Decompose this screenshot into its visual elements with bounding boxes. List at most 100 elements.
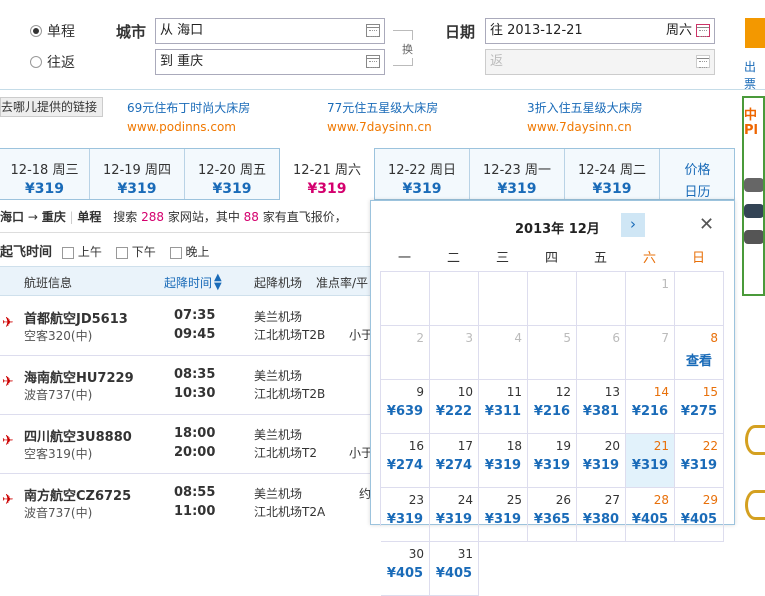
- day-price[interactable]: ¥381: [577, 404, 625, 419]
- calendar-day[interactable]: 19 ¥319: [528, 434, 577, 488]
- header-airport[interactable]: 起降机场: [254, 274, 302, 291]
- calendar-day[interactable]: 11 ¥311: [479, 380, 528, 434]
- calendar-day[interactable]: 31 ¥405: [430, 542, 479, 596]
- date-tab[interactable]: 12-18 周三 ¥319: [0, 149, 90, 199]
- calendar-day[interactable]: 28 ¥405: [626, 488, 675, 542]
- flight-row[interactable]: ✈ 南方航空CZ6725 波音737(中) 08:55 11:00 美兰机场 江…: [0, 474, 380, 533]
- calendar-day[interactable]: 23 ¥319: [381, 488, 430, 542]
- calendar-day[interactable]: 13 ¥381: [577, 380, 626, 434]
- arrive-airport: 江北机场T2: [254, 446, 317, 460]
- calendar-day[interactable]: 25 ¥319: [479, 488, 528, 542]
- calendar-day[interactable]: 26 ¥365: [528, 488, 577, 542]
- return-date-placeholder: 返: [490, 54, 504, 69]
- calendar-day[interactable]: 15 ¥275: [675, 380, 724, 434]
- ad-link-2[interactable]: 77元住五星级大床房: [327, 99, 438, 116]
- next-month-button[interactable]: ›: [621, 213, 645, 237]
- am-checkbox[interactable]: [61, 246, 74, 259]
- table-header: 航班信息 起降时间 ▲ ▼ 起降机场 准点率/平: [0, 266, 380, 296]
- calendar-day[interactable]: 22 ¥319: [675, 434, 724, 488]
- date-tab[interactable]: 12-22 周日 ¥319: [375, 149, 470, 199]
- calendar-day[interactable]: 10 ¥222: [430, 380, 479, 434]
- plane-type: 波音737(中): [24, 506, 93, 520]
- day-price[interactable]: ¥222: [430, 404, 478, 419]
- day-number: 2: [416, 331, 424, 345]
- date-tab[interactable]: 12-19 周四 ¥319: [90, 149, 185, 199]
- date-tab[interactable]: 12-20 周五 ¥319: [185, 149, 280, 199]
- search-link[interactable]: 出票: [744, 58, 765, 92]
- day-price[interactable]: ¥319: [675, 458, 723, 473]
- day-price[interactable]: ¥319: [577, 458, 625, 473]
- calendar-day[interactable]: 30 ¥405: [381, 542, 430, 596]
- calendar-day[interactable]: 24 ¥319: [430, 488, 479, 542]
- day-price[interactable]: 查看: [675, 350, 723, 369]
- depart-date-input[interactable]: 往 2013-12-21 周六: [485, 18, 715, 44]
- flight-row[interactable]: ✈ 海南航空HU7229 波音737(中) 08:35 10:30 美兰机场 江…: [0, 356, 380, 415]
- day-price[interactable]: ¥274: [430, 458, 478, 473]
- day-price[interactable]: ¥405: [430, 566, 478, 581]
- day-price[interactable]: ¥216: [528, 404, 576, 419]
- pm-checkbox[interactable]: [115, 246, 128, 259]
- ad-link-3[interactable]: 3折入住五星级大床房: [527, 99, 643, 116]
- day-price[interactable]: ¥275: [675, 404, 723, 419]
- flight-name[interactable]: 四川航空3U8880: [24, 426, 132, 445]
- depart-time: 08:35: [174, 367, 216, 382]
- ad-url-1[interactable]: www.podinns.com: [127, 120, 236, 134]
- airline-logo-icon: ✈: [2, 492, 14, 508]
- calendar-day[interactable]: 29 ¥405: [675, 488, 724, 542]
- calendar-icon[interactable]: [696, 55, 710, 68]
- weekday-label: 六: [642, 251, 656, 266]
- ad-prefix: 去哪儿提供的链接: [0, 97, 103, 117]
- day-number: 10: [457, 385, 473, 399]
- header-time[interactable]: 起降时间: [164, 274, 212, 291]
- calendar-day[interactable]: 9 ¥639: [381, 380, 430, 434]
- date-tab-price: ¥319: [402, 181, 442, 197]
- day-price[interactable]: ¥216: [626, 404, 674, 419]
- date-tab[interactable]: 12-24 周二 ¥319: [565, 149, 660, 199]
- calendar-icon[interactable]: [696, 24, 710, 37]
- calendar-day[interactable]: 14 ¥216: [626, 380, 675, 434]
- calendar-day[interactable]: 8 查看: [675, 326, 724, 380]
- day-price[interactable]: ¥639: [381, 404, 429, 419]
- calendar-day[interactable]: 20 ¥319: [577, 434, 626, 488]
- oneway-radio[interactable]: [30, 25, 42, 37]
- sort-icon[interactable]: ▲ ▼: [214, 273, 222, 292]
- calendar-day[interactable]: 27 ¥380: [577, 488, 626, 542]
- price-calendar-tab[interactable]: 价格 日历: [660, 149, 735, 200]
- ad-url-3[interactable]: www.7daysinn.cn: [527, 120, 632, 134]
- date-tab-selected[interactable]: 12-21 周六 ¥319: [279, 148, 375, 200]
- ad-link-1[interactable]: 69元住布丁时尚大床房: [127, 99, 250, 116]
- day-price[interactable]: ¥274: [381, 458, 429, 473]
- calendar-day[interactable]: 18 ¥319: [479, 434, 528, 488]
- day-price[interactable]: ¥319: [626, 458, 674, 473]
- flight-name[interactable]: 南方航空CZ6725: [24, 485, 131, 504]
- flight-name[interactable]: 首都航空JD5613: [24, 308, 128, 327]
- day-price[interactable]: ¥319: [479, 458, 527, 473]
- day-price[interactable]: ¥311: [479, 404, 527, 419]
- close-icon[interactable]: ✕: [699, 214, 714, 235]
- side-banner[interactable]: 中 Pl: [742, 96, 765, 296]
- calendar-day[interactable]: 16 ¥274: [381, 434, 430, 488]
- roundtrip-radio[interactable]: [30, 56, 42, 68]
- city-list-icon[interactable]: [366, 55, 380, 68]
- return-date-input[interactable]: 返: [485, 49, 715, 75]
- calendar-empty-cell: [430, 272, 479, 326]
- from-city-input[interactable]: 从 海口: [155, 18, 385, 44]
- day-price[interactable]: ¥319: [528, 458, 576, 473]
- eve-checkbox[interactable]: [169, 246, 182, 259]
- flight-row[interactable]: ✈ 四川航空3U8880 空客319(中) 18:00 20:00 美兰机场 江…: [0, 415, 380, 474]
- header-info[interactable]: 航班信息: [24, 274, 72, 291]
- ad-url-2[interactable]: www.7daysinn.cn: [327, 120, 432, 134]
- day-price[interactable]: ¥405: [381, 566, 429, 581]
- to-city-input[interactable]: 到 重庆: [155, 49, 385, 75]
- day-number: 15: [702, 385, 718, 399]
- date-tab[interactable]: 12-23 周一 ¥319: [470, 149, 565, 199]
- city-list-icon[interactable]: [366, 24, 380, 37]
- search-button[interactable]: [745, 18, 765, 48]
- header-rate[interactable]: 准点率/平: [316, 274, 368, 291]
- flight-name[interactable]: 海南航空HU7229: [24, 367, 134, 386]
- calendar-day[interactable]: 12 ¥216: [528, 380, 577, 434]
- swap-button[interactable]: 换: [402, 40, 413, 58]
- calendar-day-selected[interactable]: 21 ¥319: [626, 434, 675, 488]
- calendar-day[interactable]: 17 ¥274: [430, 434, 479, 488]
- flight-row[interactable]: ✈ 首都航空JD5613 空客320(中) 07:35 09:45 美兰机场 江…: [0, 297, 380, 356]
